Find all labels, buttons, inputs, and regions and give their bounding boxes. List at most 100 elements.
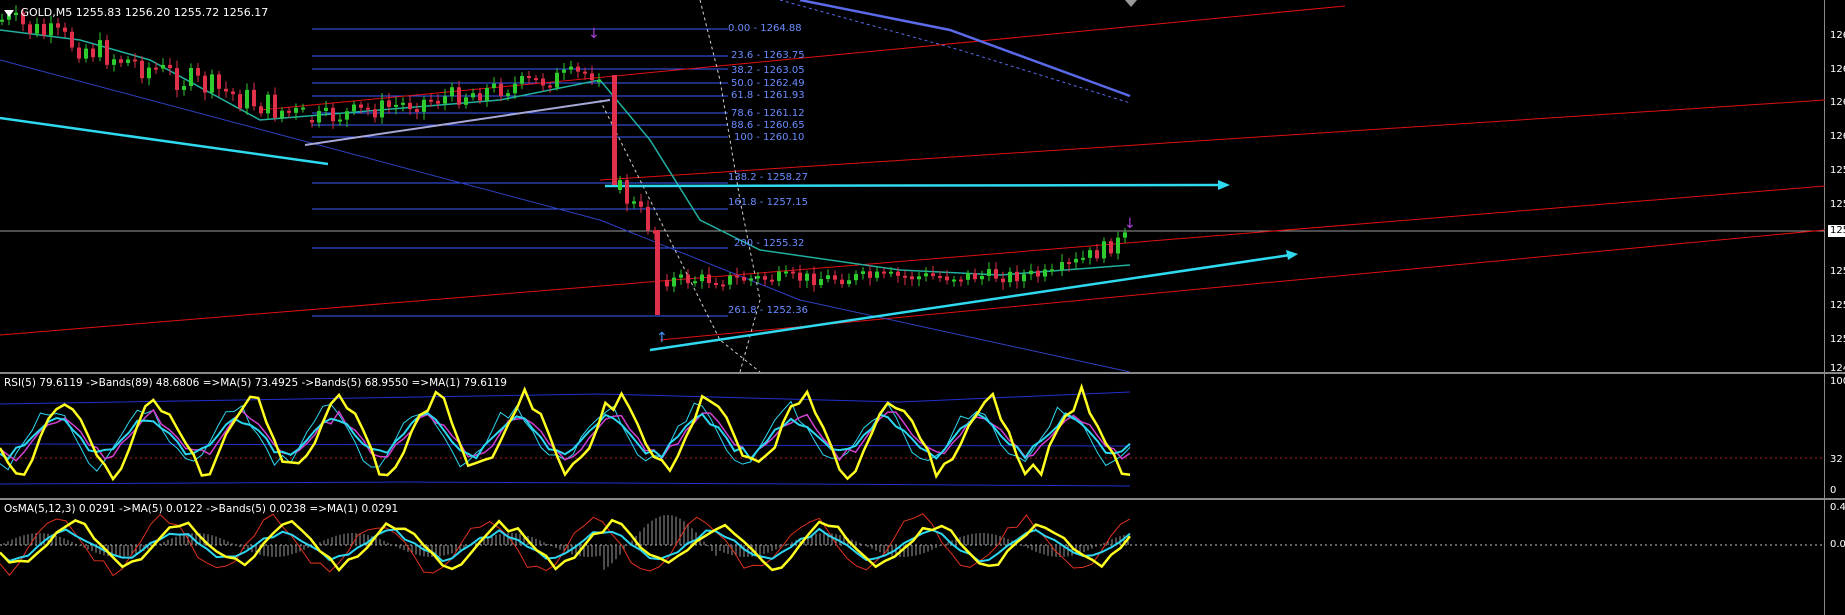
rsi-title: RSI(5) 79.6119 ->Bands(89) 48.6806 =>MA(…: [4, 377, 507, 389]
fib-level-label: 38.2 - 1263.05: [731, 65, 805, 76]
rsi-axis-label: 32: [1830, 454, 1843, 465]
candle: [436, 100, 440, 104]
fib-anchor-line: [304, 99, 611, 146]
candle: [686, 274, 690, 284]
candle: [896, 271, 900, 276]
reversal-marker-icon: ↓: [588, 26, 600, 42]
candle: [457, 87, 461, 105]
candle: [310, 120, 314, 123]
candle: [763, 276, 767, 280]
candle: [168, 64, 172, 69]
candle: [366, 107, 370, 110]
candle: [917, 276, 921, 280]
rsi-ma-line: [0, 412, 1131, 461]
candle: [450, 87, 454, 97]
candle: [541, 78, 545, 86]
candle: [784, 271, 788, 274]
candle: [520, 75, 524, 84]
candle: [646, 206, 650, 231]
candle: [401, 102, 405, 105]
price-axis-label: 125: [1830, 199, 1845, 210]
candle: [1123, 232, 1127, 238]
candle: [903, 275, 907, 278]
candle: [77, 47, 81, 59]
candle: [210, 74, 214, 93]
trendline-arrow-icon: [1218, 180, 1230, 190]
candle: [618, 180, 622, 190]
candle: [352, 104, 356, 112]
candle: [147, 67, 151, 79]
candle: [28, 24, 32, 34]
candle: [380, 100, 384, 118]
candle: [140, 60, 144, 79]
candle: [812, 273, 816, 286]
candle: [861, 271, 865, 275]
fib-level-label: 61.8 - 1261.93: [731, 90, 805, 101]
candle: [693, 281, 697, 284]
candle: [1022, 274, 1026, 282]
reversal-marker-icon: ↓: [1124, 216, 1136, 232]
fib-level-label: 138.2 - 1258.27: [728, 172, 808, 183]
price-chart-panel[interactable]: ↓ ↑ ↓ GOLD,M5 1255.83 1256.20 1255.72 1256…: [0, 0, 1845, 374]
candle: [203, 75, 207, 93]
candle: [672, 277, 676, 287]
price-axis-label: 125: [1830, 300, 1845, 311]
symbol-label: GOLD,M5: [20, 6, 73, 19]
candle: [742, 276, 746, 281]
candle: [1074, 258, 1078, 263]
candle: [945, 276, 949, 281]
candle: [387, 100, 391, 107]
candle: [112, 59, 116, 65]
rsi-band-upper: [0, 391, 1131, 405]
candle: [639, 201, 643, 207]
candle: [245, 89, 249, 109]
candle: [798, 272, 802, 281]
resistance-trendline: [604, 183, 1226, 188]
candle: [938, 276, 942, 279]
fib-level-label: 161.8 - 1257.15: [728, 197, 808, 208]
fib-level-label: 88.6 - 1260.65: [731, 120, 805, 131]
rsi-band-line: [0, 400, 1131, 472]
candle: [562, 69, 566, 73]
fib-level-label: 50.0 - 1262.49: [731, 78, 805, 89]
candle: [464, 97, 468, 105]
candle: [70, 31, 74, 48]
candle: [231, 91, 235, 95]
candle: [280, 110, 284, 118]
candle: [833, 275, 837, 280]
candle: [217, 74, 221, 89]
down-channel-band: [779, 0, 1131, 104]
symbol-dropdown-icon[interactable]: [4, 9, 14, 17]
candle: [707, 274, 711, 284]
osma-axis-label: 0.0: [1830, 539, 1845, 550]
candle: [1029, 270, 1033, 275]
candle: [126, 59, 130, 63]
candle: [569, 66, 573, 70]
candle: [63, 27, 67, 32]
price-axis-label: 124: [1830, 363, 1845, 374]
osma-indicator-panel[interactable]: OsMA(5,12,3) 0.0291 ->MA(5) 0.0122 ->Ban…: [0, 500, 1845, 615]
candle: [854, 274, 858, 281]
candle: [1008, 271, 1012, 283]
candle: [42, 23, 46, 36]
candle: [583, 71, 587, 74]
osma-axis-label: 0.4: [1830, 502, 1845, 513]
candle: [98, 40, 102, 58]
chart-shift-marker-icon[interactable]: [1125, 0, 1137, 7]
candle: [317, 110, 321, 123]
candle: [0, 19, 4, 22]
candle: [485, 88, 489, 101]
candle: [175, 68, 179, 90]
candle: [749, 278, 753, 281]
candle: [952, 279, 956, 282]
candle: [394, 104, 398, 107]
candle: [555, 72, 559, 88]
price-axis-label: 126: [1830, 30, 1845, 41]
candle: [408, 102, 412, 110]
candle: [576, 66, 580, 72]
rsi-indicator-panel[interactable]: RSI(5) 79.6119 ->Bands(89) 48.6806 =>MA(…: [0, 374, 1845, 500]
candle: [987, 269, 991, 276]
candle: [590, 73, 594, 81]
candle: [931, 273, 935, 277]
reversal-marker-icon: ↑: [656, 330, 668, 346]
